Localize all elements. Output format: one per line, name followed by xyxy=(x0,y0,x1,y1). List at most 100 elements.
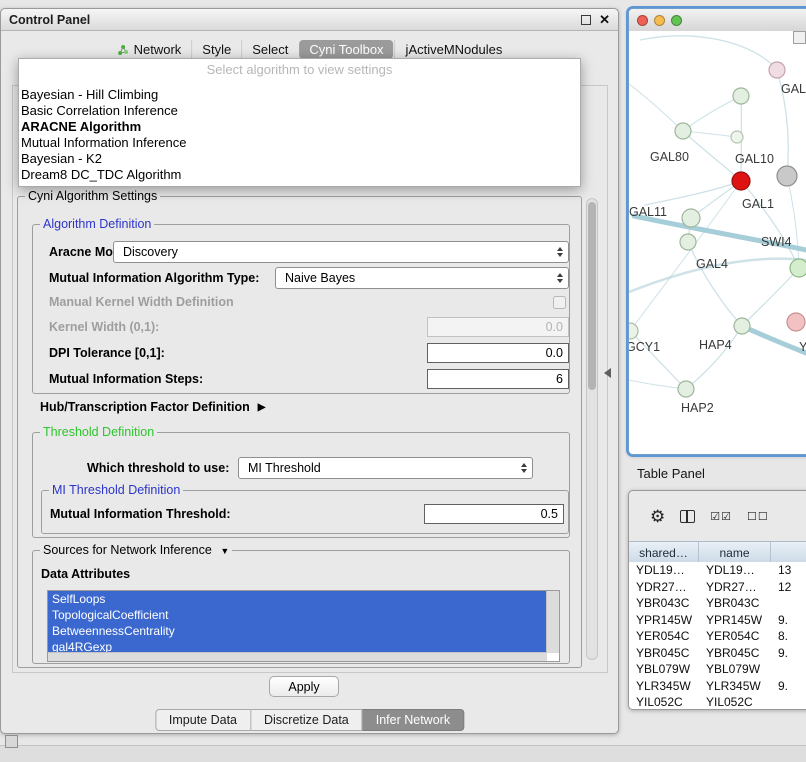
network-edge[interactable] xyxy=(629,380,686,389)
settings-scrollbar[interactable] xyxy=(586,198,598,660)
table-row[interactable]: YBR043CYBR043C xyxy=(629,595,806,612)
table-row[interactable]: YDR27…YDR27…12 xyxy=(629,579,806,596)
table-cell: YBR045C xyxy=(629,646,699,660)
manual-kernel-checkbox[interactable] xyxy=(553,296,566,309)
network-node[interactable] xyxy=(787,313,805,331)
network-node[interactable] xyxy=(682,209,700,227)
tab-impute-data[interactable]: Impute Data xyxy=(155,709,251,731)
apply-button[interactable]: Apply xyxy=(269,676,339,697)
splitter-collapse-arrow[interactable] xyxy=(604,368,611,378)
network-node[interactable] xyxy=(790,259,806,277)
unchecked-pair-icon[interactable]: ☐☐ xyxy=(747,510,769,523)
mi-type-select[interactable]: Naive Bayes xyxy=(275,267,569,289)
gear-icon[interactable]: ⚙ xyxy=(650,508,665,525)
network-node[interactable] xyxy=(732,172,750,190)
data-attributes-list[interactable]: SelfLoopsTopologicalCoefficientBetweenne… xyxy=(47,590,560,662)
table-row[interactable]: YBR045CYBR045C9. xyxy=(629,645,806,662)
table-row[interactable]: YLR345WYLR345W9. xyxy=(629,678,806,695)
network-edge[interactable] xyxy=(741,181,799,268)
checked-pair-icon[interactable]: ☑☑ xyxy=(710,510,732,523)
columns-icon[interactable] xyxy=(680,510,695,523)
desktop: Control Panel ✕ Network Style Select Cyn… xyxy=(0,0,806,762)
tab-label: Network xyxy=(134,42,182,57)
table-cell: YIL052C xyxy=(699,695,771,709)
collapsed-panel-icon[interactable] xyxy=(5,735,18,748)
list-vertical-scrollbar[interactable] xyxy=(546,591,559,653)
tab-network[interactable]: Network xyxy=(107,40,192,59)
column-header[interactable] xyxy=(771,542,806,563)
table-header-row: shared…name xyxy=(629,541,806,564)
algorithm-option[interactable]: Bayesian - K2 xyxy=(19,151,580,167)
table-row[interactable]: YBL079WYBL079W xyxy=(629,661,806,678)
tab-infer-network[interactable]: Infer Network xyxy=(363,709,464,731)
algorithm-option[interactable]: Bayesian - Hill Climbing xyxy=(19,87,580,103)
network-node[interactable] xyxy=(734,318,750,334)
network-window-titlebar[interactable] xyxy=(629,9,806,32)
list-horizontal-scrollbar[interactable] xyxy=(48,652,547,661)
control-panel-titlebar[interactable]: Control Panel ✕ xyxy=(1,9,618,31)
network-edge[interactable] xyxy=(640,36,777,70)
stepper-arrows-icon xyxy=(551,273,563,283)
table-row[interactable]: YDL19…YDL19…13 xyxy=(629,562,806,579)
threshold-definition-group: Threshold Definition Which threshold to … xyxy=(32,432,570,538)
attribute-item[interactable]: TopologicalCoefficient xyxy=(48,607,547,623)
tab-cyni-toolbox[interactable]: Cyni Toolbox xyxy=(299,40,393,59)
tab-select[interactable]: Select xyxy=(241,40,298,59)
network-edge[interactable] xyxy=(629,84,683,131)
algorithm-option[interactable]: Basic Correlation Inference xyxy=(19,103,580,119)
network-node[interactable] xyxy=(680,234,696,250)
expanded-arrow-icon: ▼ xyxy=(220,546,229,556)
close-icon[interactable]: ✕ xyxy=(599,13,610,26)
network-edge[interactable] xyxy=(686,326,742,389)
network-edge[interactable] xyxy=(630,181,741,331)
dpi-tolerance-field[interactable] xyxy=(427,343,569,363)
network-node[interactable] xyxy=(733,88,749,104)
mi-threshold-field[interactable] xyxy=(424,504,564,524)
zoom-traffic-light-icon[interactable] xyxy=(671,15,682,26)
algorithm-option[interactable]: Dream8 DC_TDC Algorithm xyxy=(19,167,580,183)
network-node[interactable] xyxy=(629,323,638,339)
dpi-tolerance-row: DPI Tolerance [0,1]: xyxy=(33,342,569,364)
aracne-mode-row: Aracne Mode: Discovery xyxy=(33,241,569,263)
network-node[interactable] xyxy=(678,381,694,397)
table-row[interactable]: YIL052CYIL052C xyxy=(629,694,806,710)
tab-jactivemnodules[interactable]: jActiveMNodules xyxy=(395,40,513,59)
collapsed-arrow-icon: ▶ xyxy=(258,402,266,413)
sources-title-label: Sources for Network Inference xyxy=(43,543,212,557)
scroll-corner-box xyxy=(793,31,806,44)
table-body: YDL19…YDL19…13YDR27…YDR27…12YBR043CYBR04… xyxy=(629,562,806,709)
algorithm-option[interactable]: Mutual Information Inference xyxy=(19,135,580,151)
table-row[interactable]: YER054CYER054C8. xyxy=(629,628,806,645)
scrollbar-thumb[interactable] xyxy=(588,202,596,390)
hub-section-toggle[interactable]: Hub/Transcription Factor Definition ▶ xyxy=(40,400,265,414)
close-traffic-light-icon[interactable] xyxy=(637,15,648,26)
column-header[interactable]: shared… xyxy=(629,542,699,563)
network-canvas[interactable]: GALGAL80GAL10GAL11GAL1SWI4GAL4GCY1HAP4HA… xyxy=(629,31,806,454)
bottom-tabs: Impute Data Discretize Data Infer Networ… xyxy=(155,709,464,731)
network-edge[interactable] xyxy=(688,242,742,326)
network-edge[interactable] xyxy=(683,96,741,131)
kernel-width-field[interactable] xyxy=(427,317,569,337)
column-header[interactable]: name xyxy=(699,542,771,563)
tab-discretize-data[interactable]: Discretize Data xyxy=(251,709,363,731)
algorithm-option[interactable]: ARACNE Algorithm xyxy=(19,119,580,135)
attribute-item[interactable]: SelfLoops xyxy=(48,591,547,607)
selected-value: Discovery xyxy=(123,245,178,259)
attribute-item[interactable]: BetweennessCentrality xyxy=(48,623,547,639)
network-node[interactable] xyxy=(675,123,691,139)
aracne-mode-select[interactable]: Discovery xyxy=(113,241,569,263)
algorithm-dropdown-popup: Select algorithm to view settings Bayesi… xyxy=(18,58,581,187)
which-threshold-select[interactable]: MI Threshold xyxy=(238,457,533,479)
window-title: Control Panel xyxy=(9,13,90,27)
sources-group-title[interactable]: Sources for Network Inference ▼ xyxy=(40,543,232,559)
network-node[interactable] xyxy=(777,166,797,186)
minimize-traffic-light-icon[interactable] xyxy=(654,15,665,26)
network-node[interactable] xyxy=(731,131,743,143)
mi-type-label: Mutual Information Algorithm Type: xyxy=(49,271,259,285)
float-window-icon[interactable] xyxy=(581,15,591,25)
mi-steps-field[interactable] xyxy=(427,369,569,389)
table-row[interactable]: YPR145WYPR145W9. xyxy=(629,612,806,629)
node-label: SWI4 xyxy=(761,235,792,249)
network-node[interactable] xyxy=(769,62,785,78)
tab-style[interactable]: Style xyxy=(191,40,241,59)
